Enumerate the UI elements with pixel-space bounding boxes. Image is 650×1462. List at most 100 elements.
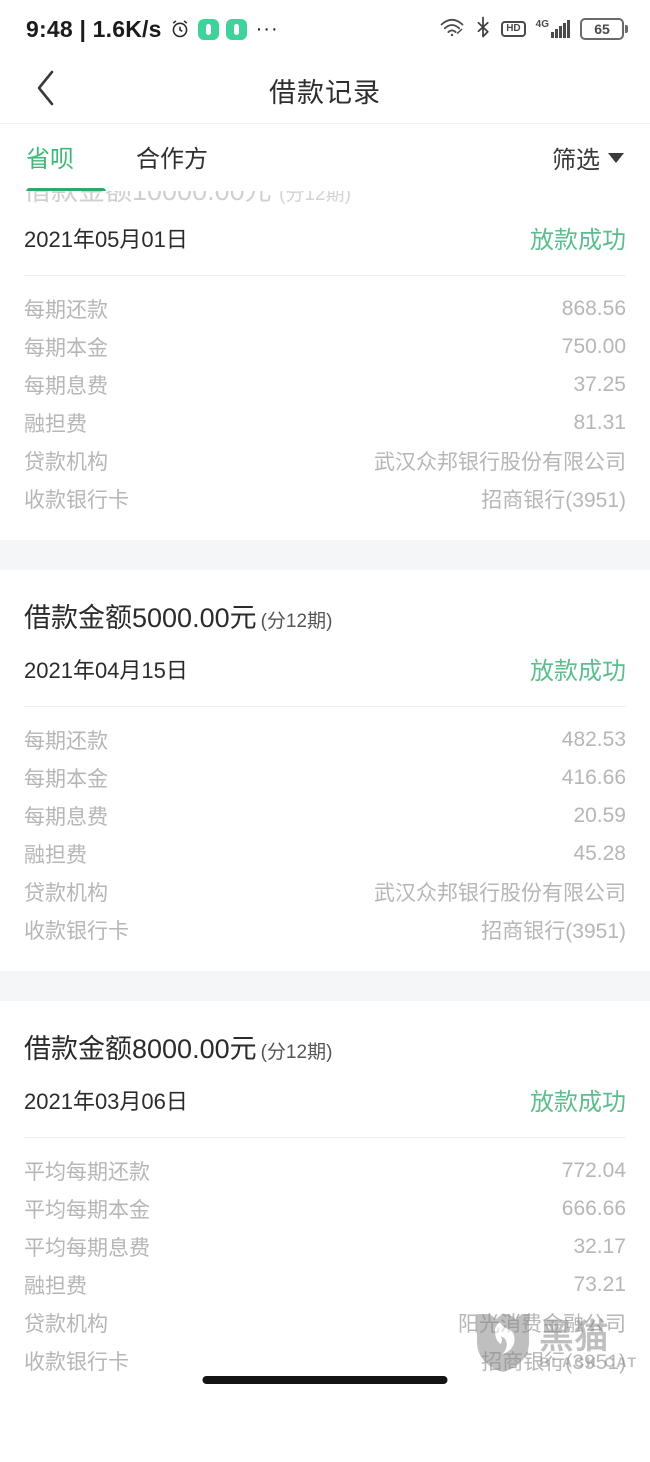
- black-cat-shield-icon: [475, 1310, 531, 1379]
- detail-row: 每期还款 868.56: [24, 290, 626, 328]
- loan-record-list[interactable]: 借款金额10000.00元 (分12期) 2021年05月01日 放款成功 每期…: [0, 191, 650, 1462]
- detail-label: 每期还款: [24, 730, 108, 753]
- detail-label: 每期还款: [24, 299, 108, 322]
- loan-date: 2021年05月01日: [24, 226, 188, 252]
- app-notification-badge-1: [197, 18, 219, 40]
- status-badge: 放款成功: [530, 1089, 626, 1116]
- tab-shengbei[interactable]: 省呗: [26, 139, 74, 176]
- hd-call-icon: HD: [501, 21, 526, 37]
- detail-value: 45.28: [573, 842, 626, 865]
- filter-label: 筛选: [552, 147, 600, 174]
- loan-record-card[interactable]: 借款金额10000.00元 (分12期) 2021年05月01日 放款成功 每期…: [0, 191, 650, 540]
- detail-label: 收款银行卡: [24, 489, 129, 512]
- battery-level-label: 65: [594, 21, 610, 37]
- clipped-card-title-amount: 借款金额10000.00元: [24, 191, 272, 206]
- detail-row: 收款银行卡 招商银行(3951): [24, 911, 626, 949]
- detail-value: 772.04: [561, 1159, 626, 1182]
- loan-detail-rows: 每期还款 482.53 每期本金 416.66 每期息费 20.59 融担费 4…: [24, 707, 626, 971]
- detail-value: 81.31: [573, 411, 626, 434]
- detail-row: 每期息费 37.25: [24, 366, 626, 404]
- status-badge: 放款成功: [530, 227, 626, 254]
- detail-value: 868.56: [561, 297, 626, 320]
- navigation-bar: 借款记录: [0, 58, 650, 123]
- detail-value: 武汉众邦银行股份有限公司: [374, 882, 626, 905]
- detail-row: 融担费 81.31: [24, 404, 626, 442]
- tab-bar: 省呗 合作方 筛选: [0, 123, 650, 195]
- loan-detail-rows: 每期还款 868.56 每期本金 750.00 每期息费 37.25 融担费 8…: [24, 276, 626, 540]
- detail-value: 666.66: [561, 1197, 626, 1220]
- loan-terms-label: (分12期): [260, 611, 333, 632]
- detail-label: 融担费: [24, 844, 87, 867]
- detail-row: 融担费 45.28: [24, 835, 626, 873]
- filter-button[interactable]: 筛选: [552, 140, 624, 175]
- detail-label: 平均每期本金: [24, 1199, 150, 1222]
- detail-row: 平均每期还款 772.04: [24, 1152, 626, 1190]
- battery-icon: 65: [580, 18, 628, 40]
- detail-value: 招商银行(3951): [481, 920, 626, 943]
- watermark: 黑猫 BLACK CAT: [475, 1310, 638, 1379]
- detail-value: 20.59: [573, 804, 626, 827]
- clipped-card-title: 借款金额10000.00元 (分12期): [24, 191, 626, 210]
- detail-label: 融担费: [24, 413, 87, 436]
- detail-value: 750.00: [561, 335, 626, 358]
- card-subheader: 2021年04月15日 放款成功: [24, 641, 626, 707]
- detail-label: 每期息费: [24, 806, 108, 829]
- loan-record-card[interactable]: 借款金额5000.00元 (分12期) 2021年04月15日 放款成功 每期还款…: [0, 570, 650, 971]
- alarm-clock-icon: [169, 18, 191, 40]
- page-title: 借款记录: [269, 78, 381, 108]
- detail-row: 收款银行卡 招商银行(3951): [24, 480, 626, 518]
- detail-row: 贷款机构 武汉众邦银行股份有限公司: [24, 873, 626, 911]
- loan-date: 2021年04月15日: [24, 657, 188, 683]
- loan-date: 2021年03月06日: [24, 1088, 188, 1114]
- detail-label: 每期本金: [24, 337, 108, 360]
- detail-label: 平均每期息费: [24, 1237, 150, 1260]
- status-bar-left: 9:48 | 1.6K/s ···: [26, 16, 279, 43]
- watermark-name-en: BLACK CAT: [539, 1353, 638, 1370]
- detail-value: 武汉众邦银行股份有限公司: [374, 451, 626, 474]
- loan-amount-label: 借款金额5000.00元: [24, 603, 257, 633]
- detail-label: 融担费: [24, 1275, 87, 1298]
- detail-label: 贷款机构: [24, 882, 108, 905]
- detail-row: 每期还款 482.53: [24, 721, 626, 759]
- card-title: 借款金额8000.00元 (分12期): [24, 1001, 626, 1072]
- chevron-down-icon: [608, 152, 624, 163]
- detail-row: 融担费 73.21: [24, 1266, 626, 1304]
- tab-partner[interactable]: 合作方: [136, 139, 208, 176]
- detail-label: 平均每期还款: [24, 1161, 150, 1184]
- card-title: 借款金额5000.00元 (分12期): [24, 570, 626, 641]
- back-button[interactable]: [26, 68, 66, 113]
- detail-row: 每期息费 20.59: [24, 797, 626, 835]
- detail-value: 37.25: [573, 373, 626, 396]
- detail-row: 每期本金 750.00: [24, 328, 626, 366]
- status-overflow-dots: ···: [255, 18, 279, 40]
- loan-terms-label: (分12期): [260, 1042, 333, 1063]
- card-subheader: 2021年03月06日 放款成功: [24, 1072, 626, 1138]
- detail-label: 每期息费: [24, 375, 108, 398]
- list-bottom-space: [0, 1402, 650, 1462]
- status-time-and-speed: 9:48 | 1.6K/s: [26, 15, 162, 42]
- detail-row: 每期本金 416.66: [24, 759, 626, 797]
- detail-label: 每期本金: [24, 768, 108, 791]
- detail-value: 73.21: [573, 1273, 626, 1296]
- status-badge: 放款成功: [530, 658, 626, 685]
- status-bar: 9:48 | 1.6K/s ··· HD 4G 65: [0, 0, 650, 58]
- detail-row: 贷款机构 武汉众邦银行股份有限公司: [24, 442, 626, 480]
- detail-value: 482.53: [561, 728, 626, 751]
- home-indicator[interactable]: [202, 1376, 448, 1384]
- app-notification-badge-2: [225, 18, 247, 40]
- card-subheader: 2021年05月01日 放款成功: [24, 210, 626, 276]
- detail-row: 平均每期息费 32.17: [24, 1228, 626, 1266]
- status-bar-right: HD 4G 65: [439, 16, 628, 43]
- detail-label: 收款银行卡: [24, 1351, 129, 1374]
- watermark-name-cn: 黑猫: [539, 1317, 610, 1356]
- bluetooth-icon: [475, 16, 491, 43]
- detail-row: 平均每期本金 666.66: [24, 1190, 626, 1228]
- loan-amount-label: 借款金额8000.00元: [24, 1034, 257, 1064]
- cellular-signal-icon: 4G: [536, 20, 570, 38]
- wifi-icon: [439, 17, 465, 42]
- detail-value: 416.66: [561, 766, 626, 789]
- watermark-text: 黑猫 BLACK CAT: [539, 1320, 638, 1370]
- back-chevron-icon: [33, 68, 59, 113]
- detail-value: 招商银行(3951): [481, 489, 626, 512]
- detail-value: 32.17: [573, 1235, 626, 1258]
